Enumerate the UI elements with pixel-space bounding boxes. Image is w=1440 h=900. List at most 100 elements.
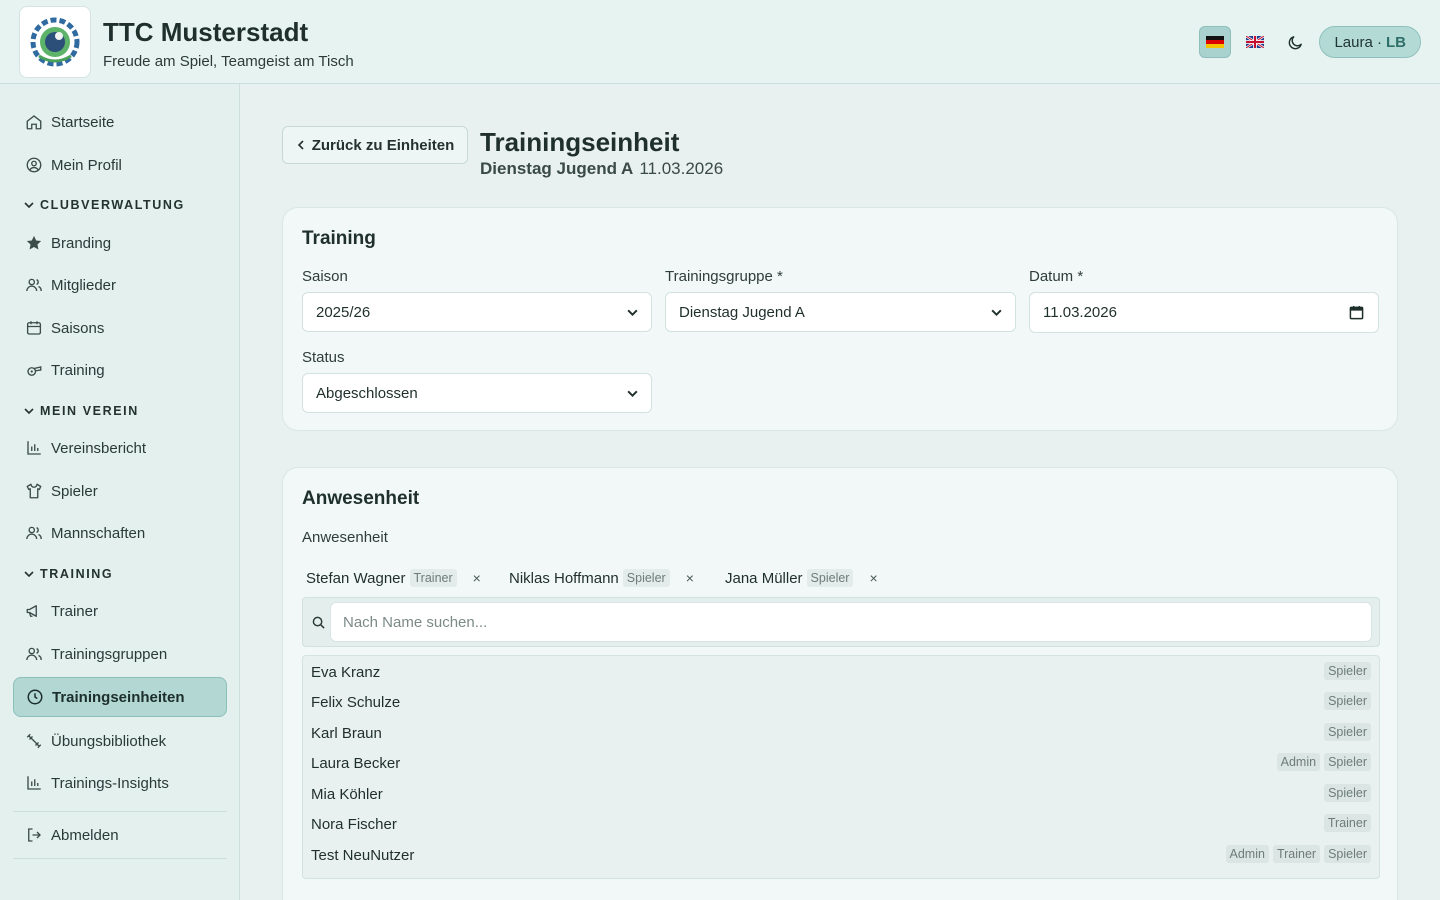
sidebar-item-uebungsbibliothek[interactable]: Übungsbibliothek (13, 721, 227, 761)
member-name: Felix Schulze (311, 693, 401, 711)
search-container: Nach Name suchen... (302, 597, 1380, 647)
chevron-down-icon (991, 309, 1002, 317)
remove-attendee-button[interactable]: × (869, 570, 877, 586)
attendee-name: Jana Müller (725, 569, 803, 587)
page-title: Trainingseinheit (480, 127, 680, 157)
sidebar-item-trainingsgruppen[interactable]: Trainingsgruppen (13, 634, 227, 674)
list-item[interactable]: Nora Fischer Trainer (303, 809, 1379, 839)
sidebar-item-trainings-insights[interactable]: Trainings-Insights (13, 763, 227, 803)
list-item[interactable]: Karl Braun Spieler (303, 718, 1379, 748)
clock-icon (27, 689, 43, 705)
member-name: Laura Becker (311, 754, 401, 772)
logout-button[interactable]: Abmelden (13, 815, 227, 855)
attendee-name: Stefan Wagner (306, 569, 406, 587)
remove-attendee-button[interactable]: × (473, 570, 481, 586)
group-value: Dienstag Jugend A (679, 303, 805, 321)
section-training[interactable]: TRAINING (24, 567, 113, 581)
role-badge: Spieler (1324, 753, 1371, 771)
attendance-card: Anwesenheit Anwesenheit Stefan Wagner Tr… (282, 467, 1398, 900)
role-badge: Spieler (1324, 692, 1371, 710)
sidebar-item-label: Trainer (51, 602, 98, 620)
attendee-chip: Stefan Wagner Trainer × (306, 569, 481, 587)
moon-icon (1288, 35, 1302, 49)
back-to-units-button[interactable]: Zurück zu Einheiten (282, 126, 468, 164)
divider (13, 811, 227, 812)
role-badge: Trainer (1323, 814, 1371, 832)
sidebar-item-mitglieder[interactable]: Mitglieder (13, 265, 227, 305)
group-label: Trainingsgruppe * (665, 268, 783, 285)
season-value: 2025/26 (316, 303, 371, 321)
page-subtitle: Dienstag Jugend A 11.03.2026 (480, 159, 723, 179)
sidebar-item-spieler[interactable]: Spieler (13, 471, 227, 511)
chevron-down-icon (24, 571, 34, 578)
member-name: Mia Köhler (311, 785, 383, 803)
sidebar-item-label: Mannschaften (51, 524, 146, 542)
list-item[interactable]: Eva Kranz Spieler (303, 657, 1379, 687)
section-title: CLUBVERWALTUNG (40, 198, 185, 212)
chevron-down-icon (627, 390, 638, 398)
divider (13, 858, 227, 859)
chevron-down-icon (24, 408, 34, 415)
list-item[interactable]: Mia Köhler Spieler (303, 779, 1379, 809)
sidebar-item-training[interactable]: Training (13, 350, 227, 390)
member-name: Karl Braun (311, 724, 382, 742)
language-en-button[interactable] (1239, 26, 1271, 58)
status-select[interactable]: Abgeschlossen (302, 373, 652, 413)
date-input[interactable]: 11.03.2026 (1029, 292, 1379, 333)
role-badge: Trainer (409, 569, 457, 587)
sidebar-item-mannschaften[interactable]: Mannschaften (13, 513, 227, 553)
training-card: Training Saison 2025/26 Trainingsgruppe … (282, 207, 1398, 431)
sidebar-item-vereinsbericht[interactable]: Vereinsbericht (13, 428, 227, 468)
role-badge: Admin (1225, 845, 1269, 863)
card-title: Anwesenheit (302, 488, 420, 509)
remove-attendee-button[interactable]: × (686, 570, 694, 586)
sidebar-item-label: Spieler (51, 482, 98, 500)
role-badge: Spieler (1324, 662, 1371, 680)
role-badge: Admin (1276, 753, 1321, 771)
section-clubverwaltung[interactable]: CLUBVERWALTUNG (24, 198, 185, 212)
list-item[interactable]: Laura Becker Admin Spieler (303, 748, 1379, 778)
user-menu-button[interactable]: Laura · LB (1319, 26, 1421, 58)
language-de-button[interactable] (1199, 26, 1232, 58)
date-label: Datum * (1029, 268, 1084, 285)
season-select[interactable]: 2025/26 (302, 292, 652, 332)
users-icon (26, 278, 42, 292)
search-icon (312, 616, 325, 629)
card-title: Training (302, 228, 376, 249)
club-logo[interactable] (19, 6, 91, 78)
chevron-left-icon (297, 140, 304, 150)
club-logo-icon (30, 17, 80, 67)
sidebar-item-trainer[interactable]: Trainer (13, 591, 227, 631)
sidebar-item-label: Startseite (51, 113, 115, 131)
theme-toggle-button[interactable] (1279, 26, 1311, 58)
app-header: TTC Musterstadt Freude am Spiel, Teamgei… (0, 0, 1440, 84)
training-group-select[interactable]: Dienstag Jugend A (665, 292, 1016, 332)
list-item[interactable]: Test NeuNutzer Admin Trainer Spieler (303, 840, 1379, 870)
sidebar-item-label: Trainingsgruppen (51, 645, 168, 663)
sidebar-item-startseite[interactable]: Startseite (13, 102, 227, 142)
sidebar-item-saisons[interactable]: Saisons (13, 308, 227, 348)
user-name: Laura · (1334, 33, 1382, 51)
bar-chart-icon (27, 441, 41, 455)
sidebar-item-label: Mitglieder (51, 276, 117, 294)
calendar-icon[interactable] (1349, 305, 1364, 320)
sidebar-item-branding[interactable]: Branding (13, 223, 227, 263)
section-mein-verein[interactable]: MEIN VEREIN (24, 404, 139, 418)
search-input[interactable]: Nach Name suchen... (330, 602, 1372, 642)
unit-group: Dienstag Jugend A (480, 159, 634, 178)
users-icon (26, 647, 42, 661)
sidebar-item-label: Branding (51, 234, 112, 252)
status-label: Status (302, 349, 345, 366)
sidebar-item-label: Trainingseinheiten (52, 688, 185, 706)
sidebar-item-label: Training (51, 361, 105, 379)
member-options-list: Eva Kranz Spieler Felix Schulze Spieler … (302, 655, 1380, 879)
logout-icon (28, 828, 41, 842)
status-value: Abgeschlossen (316, 384, 418, 402)
calendar-icon (26, 321, 42, 335)
sidebar-item-trainingseinheiten[interactable]: Trainingseinheiten (13, 677, 227, 717)
sidebar-item-mein-profil[interactable]: Mein Profil (13, 145, 227, 185)
role-badge: Spieler (806, 569, 854, 587)
list-item[interactable]: Felix Schulze Spieler (303, 687, 1379, 717)
chevron-down-icon (627, 309, 638, 317)
bar-chart-icon (27, 776, 41, 790)
